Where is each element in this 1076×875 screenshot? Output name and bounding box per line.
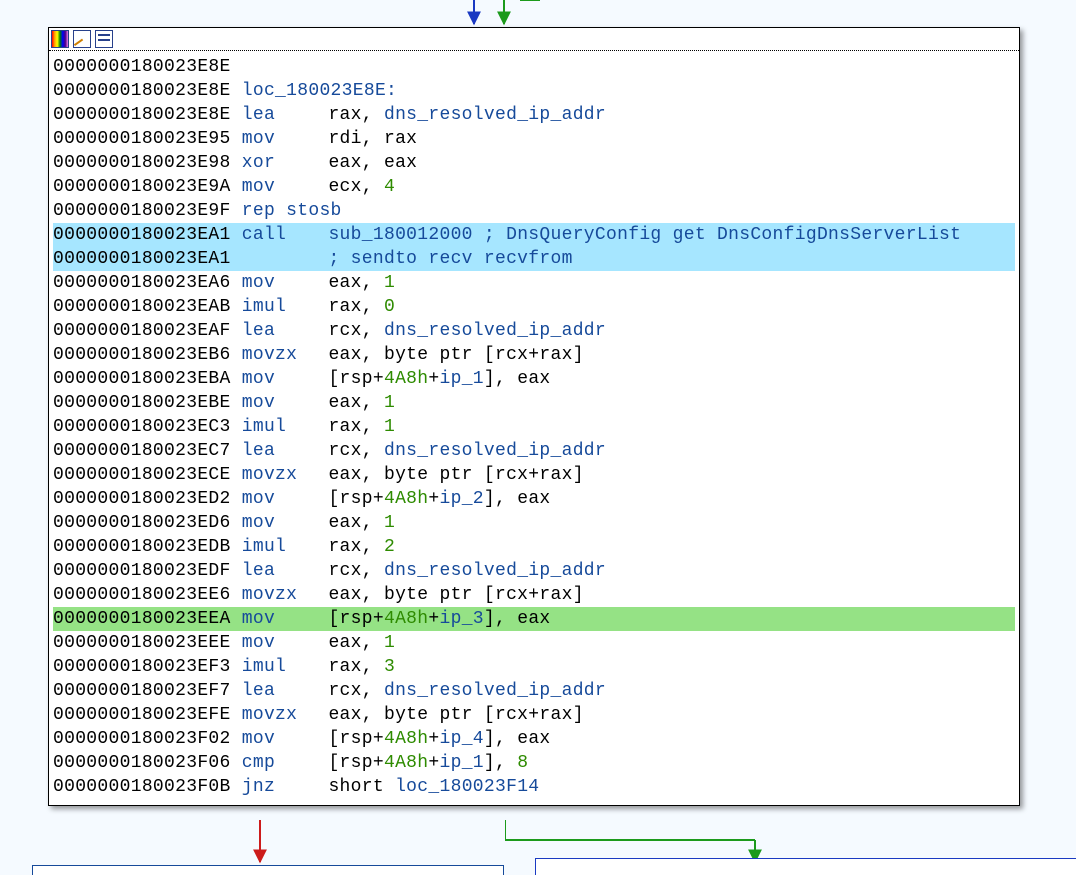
next-block-right [535,858,1076,875]
disasm-line[interactable]: 0000000180023ECE movzx eax, byte ptr [rc… [53,463,1015,487]
disasm-line[interactable]: 0000000180023ED6 mov eax, 1 [53,511,1015,535]
toggle-view-icon[interactable] [95,30,113,48]
disasm-line[interactable]: 0000000180023EBA mov [rsp+4A8h+ip_1], ea… [53,367,1015,391]
disasm-line[interactable]: 0000000180023F06 cmp [rsp+4A8h+ip_1], 8 [53,751,1015,775]
disasm-line[interactable]: 0000000180023E95 mov rdi, rax [53,127,1015,151]
color-palette-icon[interactable] [51,30,69,48]
disasm-line[interactable]: 0000000180023E9F rep stosb [53,199,1015,223]
disasm-block: 0000000180023E8E 0000000180023E8E loc_18… [48,27,1020,806]
disasm-line[interactable]: 0000000180023EEE mov eax, 1 [53,631,1015,655]
disasm-line[interactable]: 0000000180023EA6 mov eax, 1 [53,271,1015,295]
disasm-line[interactable]: 0000000180023EFE movzx eax, byte ptr [rc… [53,703,1015,727]
disasm-line[interactable]: 0000000180023EDF lea rcx, dns_resolved_i… [53,559,1015,583]
disasm-line[interactable]: 0000000180023EAB imul rax, 0 [53,295,1015,319]
disasm-line[interactable]: 0000000180023E8E lea rax, dns_resolved_i… [53,103,1015,127]
disasm-line[interactable]: 0000000180023E8E loc_180023E8E: [53,79,1015,103]
disasm-line[interactable]: 0000000180023E8E [53,55,1015,79]
next-block-left [32,865,504,875]
disasm-line[interactable]: 0000000180023F02 mov [rsp+4A8h+ip_4], ea… [53,727,1015,751]
disassembly-listing[interactable]: 0000000180023E8E 0000000180023E8E loc_18… [49,51,1019,805]
disasm-line[interactable]: 0000000180023EEA mov [rsp+4A8h+ip_3], ea… [53,607,1015,631]
block-titlebar [49,28,1019,51]
disasm-line[interactable]: 0000000180023EF7 lea rcx, dns_resolved_i… [53,679,1015,703]
disasm-line[interactable]: 0000000180023EAF lea rcx, dns_resolved_i… [53,319,1015,343]
edit-icon[interactable] [73,30,91,48]
disasm-line[interactable]: 0000000180023EDB imul rax, 2 [53,535,1015,559]
disasm-line[interactable]: 0000000180023E98 xor eax, eax [53,151,1015,175]
disasm-line[interactable]: 0000000180023EC7 lea rcx, dns_resolved_i… [53,439,1015,463]
disasm-line[interactable]: 0000000180023E9A mov ecx, 4 [53,175,1015,199]
disasm-line[interactable]: 0000000180023EBE mov eax, 1 [53,391,1015,415]
disasm-line[interactable]: 0000000180023EE6 movzx eax, byte ptr [rc… [53,583,1015,607]
disasm-line[interactable]: 0000000180023EA1 ; sendto recv recvfrom [53,247,1015,271]
disasm-line[interactable]: 0000000180023EC3 imul rax, 1 [53,415,1015,439]
disasm-line[interactable]: 0000000180023EA1 call sub_180012000 ; Dn… [53,223,1015,247]
disasm-line[interactable]: 0000000180023EB6 movzx eax, byte ptr [rc… [53,343,1015,367]
disasm-line[interactable]: 0000000180023F0B jnz short loc_180023F14 [53,775,1015,799]
disasm-line[interactable]: 0000000180023EF3 imul rax, 3 [53,655,1015,679]
disasm-line[interactable]: 0000000180023ED2 mov [rsp+4A8h+ip_2], ea… [53,487,1015,511]
